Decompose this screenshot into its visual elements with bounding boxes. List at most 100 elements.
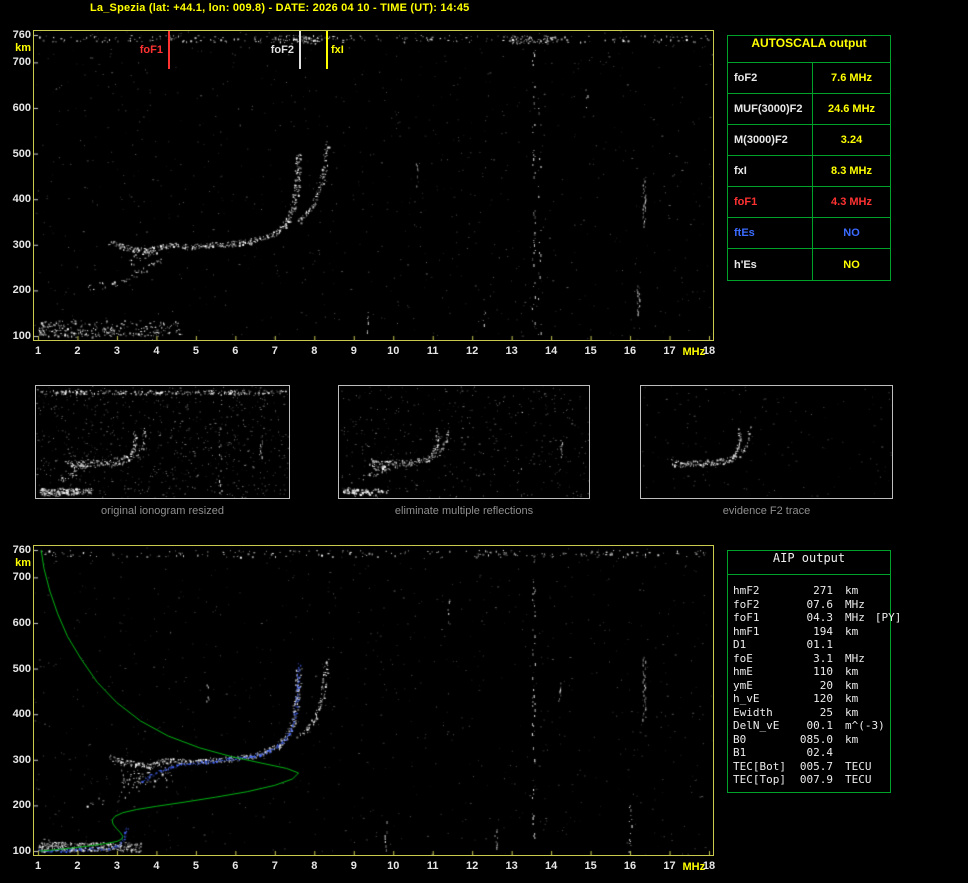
aip-param-value: 00.1 xyxy=(806,719,834,732)
screen: La_Spezia (lat: +44.1, lon: 009.8) - DAT… xyxy=(0,0,968,883)
y-axis-tick-label: 700 xyxy=(12,571,31,584)
aip-param-name: foF2 xyxy=(733,597,760,611)
autoscala-param-value: NO xyxy=(843,227,860,239)
x-axis-tick-label: 8 xyxy=(311,345,318,357)
x-axis-tick-label: 15 xyxy=(584,345,597,357)
x-axis-tick-label: 13 xyxy=(505,345,518,357)
aip-param-unit: TECU xyxy=(845,759,872,773)
x-axis-tick-label: 13 xyxy=(505,860,518,872)
aip-param-unit: TECU xyxy=(845,773,872,786)
aip-param-unit: km xyxy=(845,732,859,746)
aip-param-name: foF1 xyxy=(733,611,760,624)
autoscala-row: M(3000)F2 3.24 xyxy=(728,125,890,156)
aip-param-name: hmE xyxy=(733,665,753,678)
aip-param-note: [PY] xyxy=(874,611,902,624)
aip-row: foE 3.1 MHz xyxy=(733,652,885,666)
x-axis-tick-label: 10 xyxy=(387,860,400,872)
aip-row: B0 085.0 km xyxy=(733,733,885,747)
aip-param-name: TEC[Top] xyxy=(733,773,786,786)
aip-panel-title: AIP output xyxy=(728,551,890,575)
aip-row: B1 02.4 xyxy=(733,746,885,760)
x-axis-tick-label: 7 xyxy=(271,345,278,357)
aip-param-value: 25 xyxy=(819,705,833,719)
autoscala-row: h'Es NO xyxy=(728,249,890,280)
marker-line-fof2 xyxy=(299,31,301,69)
aip-row: h_vE 120 km xyxy=(733,692,885,706)
marker-line-fof1 xyxy=(168,31,170,69)
autoscala-param-value: 7.6 MHz xyxy=(831,72,872,84)
x-axis-tick-label: 9 xyxy=(350,345,357,357)
aip-param-name: h_vE xyxy=(733,692,760,705)
aip-row: hmF2 271 km xyxy=(733,584,885,598)
autoscala-param-label: fxI xyxy=(728,156,813,186)
aip-param-name: hmF1 xyxy=(733,624,760,638)
autoscala-param-value: 4.3 MHz xyxy=(831,196,872,208)
aip-param-name: B0 xyxy=(733,732,747,746)
y-axis-tick-label: 500 xyxy=(12,662,31,675)
aip-row: TEC[Top] 007.9 TECU xyxy=(733,773,885,787)
aip-row: foF2 07.6 MHz xyxy=(733,598,885,612)
aip-row: hmE 110 km xyxy=(733,665,885,679)
aip-param-unit: km xyxy=(845,705,859,719)
autoscala-rows: foF2 7.6 MHz MUF(3000)F2 24.6 MHz M(3000)F2 3… xyxy=(728,63,890,280)
thumbnail-canvas-evidence-f2 xyxy=(641,386,892,498)
x-axis-tick-label: 1 xyxy=(34,860,42,872)
y-axis-tick-label: 400 xyxy=(12,193,31,206)
x-axis-tick-label: 17 xyxy=(663,860,676,872)
aip-param-value: 085.0 xyxy=(799,732,833,746)
x-axis-tick-label: 4 xyxy=(153,860,160,872)
aip-param-name: DelN_vE xyxy=(733,719,780,732)
y-axis-unit-label: km xyxy=(15,557,31,569)
x-axis-tick-label: 3 xyxy=(113,345,120,357)
autoscala-param-value: 3.24 xyxy=(840,134,863,146)
x-axis-tick-label: 11 xyxy=(426,860,439,872)
thumbnail-original-ionogram xyxy=(35,385,290,499)
thumbnail-canvas-original xyxy=(36,386,289,498)
marker-label-fof1: foF1 xyxy=(139,44,163,56)
aip-param-unit: km xyxy=(845,584,859,597)
aip-param-unit: km xyxy=(845,692,859,705)
x-axis-tick-label: 12 xyxy=(466,345,479,357)
aip-param-name: ymE xyxy=(733,678,753,692)
thumbnail-eliminate-multiple-reflections xyxy=(338,385,590,499)
y-axis-unit-label: km xyxy=(15,42,31,54)
autoscala-param-label: h'Es xyxy=(728,249,813,280)
y-axis-tick-label: 760 xyxy=(12,29,31,41)
aip-param-name: foE xyxy=(733,651,753,665)
autoscala-param-label: foF1 xyxy=(728,187,813,217)
aip-row: D1 01.1 xyxy=(733,638,885,652)
aip-param-name: hmF2 xyxy=(733,584,760,597)
x-axis-tick-label: 16 xyxy=(623,860,637,872)
autoscala-param-label: foF2 xyxy=(728,63,813,93)
autoscala-param-label: ftEs xyxy=(728,218,813,248)
y-axis-tick-label: 300 xyxy=(12,753,31,766)
thumbnail-canvas-eliminate-reflections xyxy=(339,386,589,498)
aip-param-value: 20 xyxy=(819,678,833,692)
aip-param-value: 007.9 xyxy=(799,773,833,786)
aip-param-value: 3.1 xyxy=(813,651,833,665)
x-axis-tick-label: 10 xyxy=(387,345,400,357)
autoscala-param-label: M(3000)F2 xyxy=(728,125,813,155)
x-axis-tick-label: 2 xyxy=(74,860,81,872)
aip-panel: AIP output hmF2 271 km foF2 07.6 MHz foF1 04.3 M… xyxy=(727,550,901,793)
autoscala-param-label: MUF(3000)F2 xyxy=(728,94,813,124)
x-axis-unit-label: MHz xyxy=(682,346,706,358)
marker-label-fxi: fxI xyxy=(331,44,344,56)
thumbnail-evidence-f2-trace xyxy=(640,385,893,499)
x-axis-tick-label: 14 xyxy=(544,860,558,872)
y-axis-tick-label: 500 xyxy=(12,147,31,160)
aip-param-name: TEC[Bot] xyxy=(733,759,786,773)
x-axis-tick-label: 6 xyxy=(232,860,239,872)
y-axis-tick-label: 400 xyxy=(12,708,31,721)
ionogram-plot-top: foF1 foF2 fxI xyxy=(33,30,714,341)
aip-param-unit: MHz xyxy=(845,611,865,624)
ionogram-plot-bottom xyxy=(33,545,714,856)
autoscala-param-value: 24.6 MHz xyxy=(827,103,876,115)
aip-param-value: 04.3 xyxy=(806,611,834,624)
y-axis-tick-label: 700 xyxy=(12,56,31,69)
aip-row: hmF1 194 km xyxy=(733,625,885,639)
aip-param-unit: MHz xyxy=(845,597,865,611)
autoscala-row: MUF(3000)F2 24.6 MHz xyxy=(728,94,890,125)
x-axis-tick-label: 4 xyxy=(153,345,160,357)
autoscala-row: ftEs NO xyxy=(728,218,890,249)
